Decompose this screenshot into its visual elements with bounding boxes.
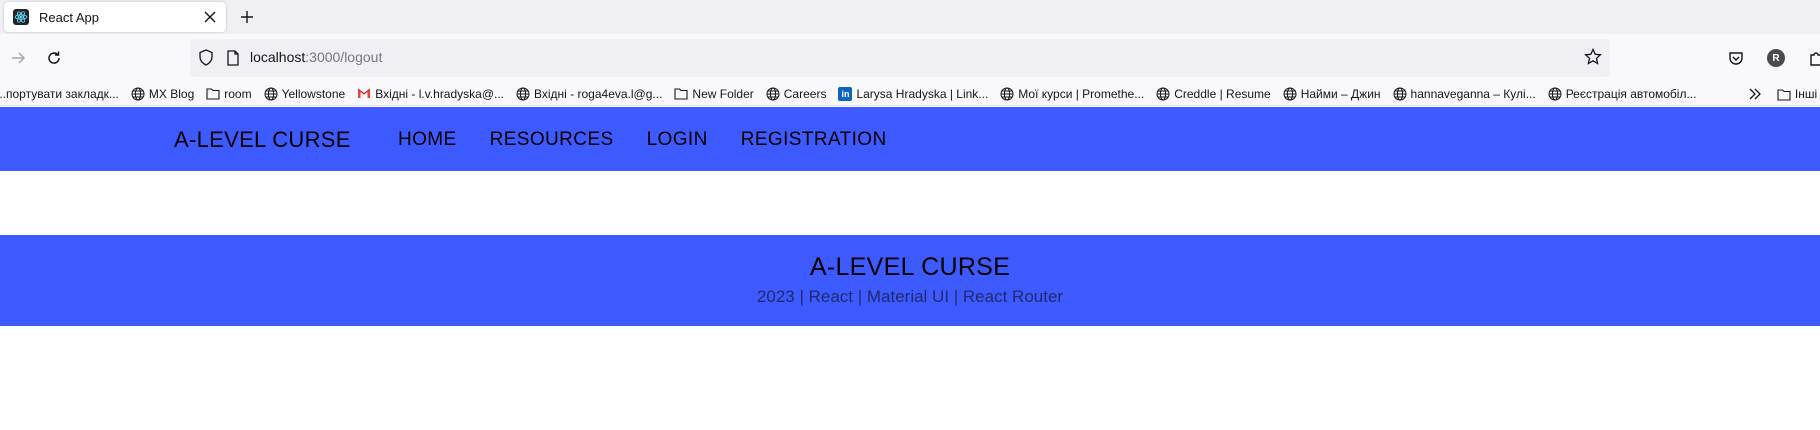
account-avatar[interactable]: R [1760, 42, 1792, 74]
bookmark-label: Вхідні - l.v.hradyska@... [375, 86, 505, 101]
menu-item-home[interactable]: HOME [398, 129, 457, 151]
url-host: localhost [250, 49, 306, 65]
bookmark-item[interactable]: Найми – Джин [1283, 87, 1381, 101]
bookmark-item[interactable]: Careers [766, 86, 827, 101]
globe-icon [1283, 87, 1297, 100]
pocket-icon[interactable] [1720, 42, 1752, 74]
folder-icon [206, 88, 220, 100]
address-bar[interactable]: localhost:3000/logout [190, 39, 1610, 77]
bookmark-label: hannaveganna – Кулі... [1410, 86, 1536, 101]
bookmark-item[interactable]: Вхідні - roga4eva.l@g... [516, 87, 662, 101]
bookmark-label: Larysa Hradyska | Link... [856, 86, 989, 101]
main-menu: HOME RESOURCES LOGIN REGISTRATION [398, 129, 920, 151]
bookmark-label: ...портувати закладк... [0, 86, 119, 101]
bookmark-star-icon[interactable] [1584, 47, 1602, 71]
react-icon [13, 9, 29, 25]
globe-icon [1156, 87, 1170, 100]
bookmark-label: Мої курси | Promethe... [1018, 86, 1145, 101]
globe-icon [1000, 87, 1014, 100]
other-bookmarks[interactable]: Інші з [1770, 82, 1820, 105]
bookmark-item[interactable]: MX Blog [131, 87, 194, 101]
footer-title: A-LEVEL CURSE [809, 253, 1011, 281]
avatar: R [1767, 49, 1785, 67]
bookmark-label: Найми – Джин [1300, 86, 1381, 101]
bookmark-label: room [224, 86, 252, 101]
folder-icon [1777, 88, 1791, 101]
more-bookmarks-chevron-icon[interactable] [1748, 82, 1762, 105]
toolbar-right-icons: R [1712, 42, 1820, 74]
bookmark-item[interactable]: hannaveganna – Кулі... [1393, 87, 1536, 101]
menu-item-resources[interactable]: RESOURCES [490, 129, 614, 151]
page-info-icon[interactable] [226, 50, 240, 71]
gmail-icon [357, 88, 371, 98]
globe-icon [1393, 87, 1407, 100]
tab-title: React App [39, 9, 99, 25]
bookmark-label: Yellowstone [281, 86, 346, 101]
menu-item-login[interactable]: LOGIN [647, 129, 708, 151]
globe-icon [131, 87, 145, 100]
reload-icon[interactable] [38, 42, 70, 74]
tab-strip: React App [0, 0, 1820, 34]
bookmark-label: MX Blog [148, 86, 195, 101]
bookmark-item[interactable]: room [206, 86, 252, 101]
bookmark-item[interactable]: in Larysa Hradyska | Link... [838, 86, 989, 101]
bookmark-item[interactable]: Реєстрація автомобіл... [1548, 86, 1697, 101]
bookmark-label: Creddle | Resume [1174, 86, 1271, 101]
bookmark-item[interactable]: Вхідні - l.v.hradyska@... [357, 87, 504, 101]
brand-title[interactable]: A-LEVEL CURSE [174, 127, 351, 153]
bookmarks-bar: ...портувати закладк... MX Blog room Yel… [0, 82, 1820, 106]
bookmark-label: Реєстрація автомобіл... [1565, 86, 1697, 101]
bookmark-item[interactable]: Creddle | Resume [1156, 87, 1271, 101]
globe-icon [516, 87, 530, 100]
app-header: A-LEVEL CURSE HOME RESOURCES LOGIN REGIS… [0, 107, 1820, 171]
other-bookmarks-label: Інші з [1794, 87, 1820, 101]
linkedin-icon: in [838, 86, 853, 101]
close-tab-icon[interactable] [198, 5, 222, 29]
forward-icon[interactable] [2, 42, 34, 74]
bookmark-item[interactable]: Мої курси | Promethe... [1000, 87, 1144, 101]
menu-item-registration[interactable]: REGISTRATION [741, 129, 887, 151]
globe-icon [766, 87, 780, 100]
bookmark-item[interactable]: New Folder [674, 86, 754, 101]
app-footer: A-LEVEL CURSE 2023 | React | Material UI… [0, 235, 1820, 326]
url-text[interactable]: localhost:3000/logout [250, 49, 382, 65]
bookmark-label: Вхідні - roga4eva.l@g... [534, 86, 663, 101]
folder-icon [674, 88, 688, 100]
bookmark-label: Careers [783, 86, 827, 101]
navigation-toolbar: localhost:3000/logout R [0, 34, 1820, 82]
new-tab-icon[interactable] [235, 5, 259, 29]
bookmark-item[interactable]: Yellowstone [264, 86, 346, 101]
url-path: :3000/logout [305, 49, 383, 65]
footer-subtitle: 2023 | React | Material UI | React Route… [756, 287, 1064, 306]
extensions-icon[interactable] [1800, 42, 1820, 74]
bookmark-label: New Folder [692, 86, 754, 101]
globe-icon [1548, 87, 1562, 100]
shield-icon[interactable] [198, 49, 214, 71]
browser-tab[interactable]: React App [4, 2, 226, 32]
globe-icon [264, 87, 278, 100]
bookmark-item[interactable]: ...портувати закладк... [0, 87, 119, 101]
